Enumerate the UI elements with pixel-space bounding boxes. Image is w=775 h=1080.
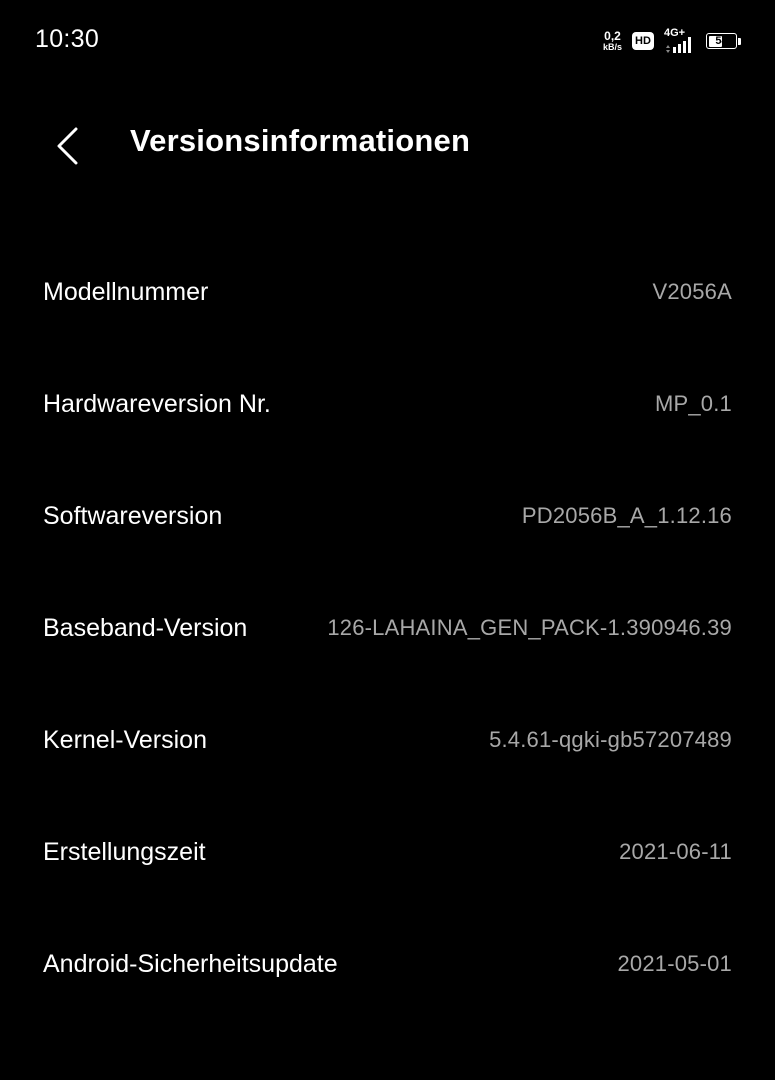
info-row-hardware-version[interactable]: Hardwareversion Nr. MP_0.1 [0, 348, 775, 460]
info-label: Android-Sicherheitsupdate [43, 949, 338, 978]
info-row-kernel-version[interactable]: Kernel-Version 5.4.61-qgki-gb57207489 [0, 684, 775, 796]
info-row-build-time[interactable]: Erstellungszeit 2021-06-11 [0, 796, 775, 908]
info-label: Hardwareversion Nr. [43, 389, 271, 418]
info-value: PD2056B_A_1.12.16 [521, 503, 732, 528]
info-value: 5.4.61-qgki-gb57207489 [489, 727, 732, 752]
info-label: Softwareversion [43, 501, 223, 530]
battery-tip [738, 37, 741, 45]
chevron-left-icon [57, 127, 78, 165]
info-row-baseband-version[interactable]: Baseband-Version 126-LAHAINA_GEN_PACK-1.… [0, 572, 775, 684]
network-speed-indicator: 0,2 kB/s [603, 30, 622, 52]
info-label: Baseband-Version [43, 613, 248, 642]
info-row-security-update[interactable]: Android-Sicherheitsupdate 2021-05-01 [0, 908, 775, 1020]
signal-4g-plus-icon: 4G+ [664, 28, 696, 54]
status-time: 10:30 [35, 25, 100, 53]
info-label: Kernel-Version [43, 725, 207, 754]
info-label: Modellnummer [43, 277, 209, 306]
network-speed-value: 0,2 [604, 29, 621, 43]
status-bar: 10:30 0,2 kB/s HD 4G+ 54 [0, 0, 775, 80]
signal-bars-icon [666, 37, 691, 53]
hd-volte-icon: HD [632, 32, 654, 50]
info-row-software-version[interactable]: Softwareversion PD2056B_A_1.12.16 [0, 460, 775, 572]
back-button[interactable] [40, 118, 96, 174]
battery-level: 54 [715, 35, 728, 47]
battery-body: 54 [706, 33, 737, 49]
battery-icon: 54 [706, 32, 742, 50]
version-info-list: Modellnummer V2056A Hardwareversion Nr. … [0, 236, 775, 1020]
info-value: V2056A [652, 279, 732, 304]
app-header: Versionsinformationen [0, 100, 775, 190]
info-label: Erstellungszeit [43, 837, 206, 866]
info-row-model-number[interactable]: Modellnummer V2056A [0, 236, 775, 348]
info-value: 126-LAHAINA_GEN_PACK-1.390946.39 [327, 615, 732, 640]
status-icons: 0,2 kB/s HD 4G+ 54 [603, 28, 742, 54]
info-value: 2021-06-11 [619, 839, 732, 864]
info-value: 2021-05-01 [617, 951, 732, 976]
page-title: Versionsinformationen [130, 123, 471, 158]
info-value: MP_0.1 [654, 391, 732, 416]
network-speed-unit: kB/s [602, 42, 622, 52]
